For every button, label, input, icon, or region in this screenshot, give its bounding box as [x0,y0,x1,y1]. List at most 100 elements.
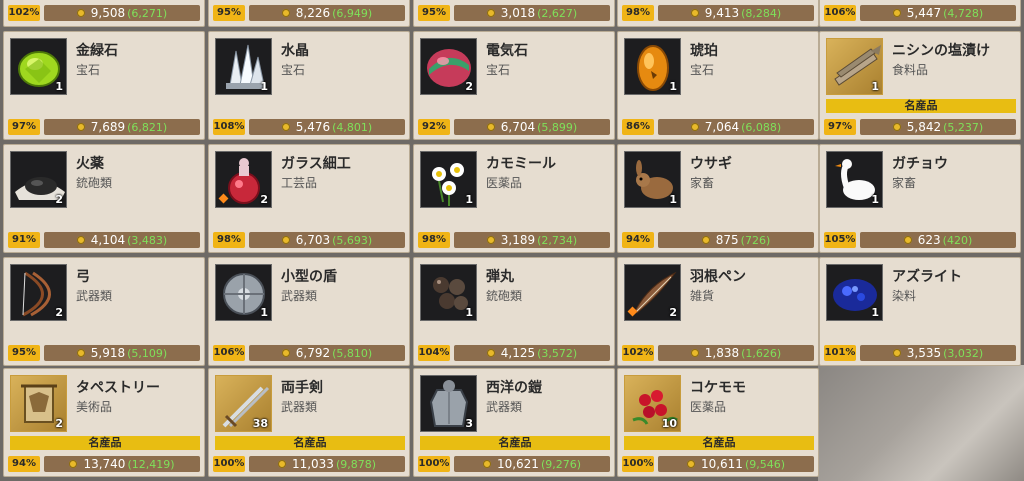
trade-item-card[interactable]: 1 カモミール 医薬品 98% 3,189 (2,734) [413,144,615,253]
price-value: 3,018 [500,6,536,20]
price-bar: 7,064 (6,088) [658,119,814,135]
rabbit-icon: 1 [624,151,681,208]
trade-item-card[interactable]: 2 弓武器類 95% 5,918 (5,109) [3,257,205,366]
quantity-label: 1 [465,306,473,319]
small-shield-icon: 1 [215,264,272,321]
original-price: (6,088) [741,121,782,134]
item-category: 染料 [892,289,917,303]
quantity-label: 3 [465,417,473,430]
original-price: (726) [740,234,771,247]
price-value: 7,689 [90,120,126,134]
price-value: 6,704 [500,120,536,134]
price-value: 5,842 [906,120,942,134]
quantity-label: 1 [871,80,879,93]
trade-item-card[interactable]: 1 アズライト 染料 101% 3,535 (3,032) [819,257,1021,366]
trade-item-card[interactable]: 38 両手剣 武器類 名産品 100% 11,033 (9,878) [208,368,410,477]
amber-icon: 1 [624,38,681,95]
trade-item-card[interactable]: 1 ニシンの塩漬け 食料品 名産品 97% 5,842 (5,237) [819,31,1021,140]
original-price: (5,109) [127,347,168,360]
percent-badge: 97% [824,119,856,135]
price-value: 5,476 [295,120,331,134]
item-category: 武器類 [486,400,523,414]
quantity-label: 2 [55,306,63,319]
original-price: (5,237) [943,121,984,134]
original-price: (5,693) [332,234,373,247]
item-name: 水晶 [281,43,309,59]
trade-item-card[interactable]: 1 弾丸 銃砲類 104% 4,125 (3,572) [413,257,615,366]
top-row-card[interactable]: 98% 9,413 (8,284) [617,0,819,27]
original-price: (6,821) [127,121,168,134]
price-bar: 10,621 (9,276) [454,456,610,472]
quantity-label: 1 [260,80,268,93]
coin-icon [892,349,901,357]
coin-icon [903,236,912,244]
trade-item-card[interactable]: 2 電気石 宝石 92% 6,704 (5,899) [413,31,615,140]
coin-icon [486,236,495,244]
original-price: (9,878) [335,458,377,471]
percent-badge: 106% [213,345,245,361]
coin-icon [281,9,290,17]
trade-item-card[interactable]: 1 金緑石 宝石 97% 7,689 (6,821) [3,31,205,140]
percent-badge: 100% [418,456,450,472]
coin-icon [76,123,85,131]
percent-badge: 92% [418,119,450,135]
trade-item-card[interactable]: 2 タペストリー 美術品 名産品 94% 13,740 (12,419) [3,368,205,477]
quantity-label: 1 [55,80,63,93]
item-name: ガラス細工 [281,156,351,172]
price-value: 13,740 [83,457,126,471]
trade-item-card[interactable]: 2 羽根ペン 雑貨 102% 1,838 (1,626) [617,257,819,366]
trade-item-card[interactable]: 1 琥珀 宝石 86% 7,064 (6,088) [617,31,819,140]
coin-icon [690,9,699,17]
price-value: 10,611 [700,457,743,471]
coin-icon [486,9,495,17]
item-category: 宝石 [690,63,715,77]
original-price: (5,810) [332,347,373,360]
coin-icon [892,9,901,17]
item-category: 武器類 [281,400,318,414]
price-bar: 11,033 (9,878) [249,456,405,472]
item-category: 銃砲類 [76,176,113,190]
tourmaline-icon: 2 [420,38,477,95]
coin-icon [277,460,286,468]
trade-item-card[interactable]: 10 コケモモ 医薬品 名産品 100% 10,611 (9,546) [617,368,819,477]
item-name: 両手剣 [281,380,323,396]
trade-item-card[interactable]: 2 ガラス細工 工芸品 98% 6,703 (5,693) [208,144,410,253]
quartz-crystal-icon: 1 [215,38,272,95]
percent-badge: 94% [8,456,40,472]
top-row-card[interactable]: 95% 8,226 (6,949) [208,0,410,27]
trade-item-card[interactable]: 1 ガチョウ 家畜 105% 623 (420) [819,144,1021,253]
price-bar: 3,535 (3,032) [860,345,1016,361]
price-bar: 4,104 (3,483) [44,232,200,248]
top-row-card[interactable]: 95% 3,018 (2,627) [413,0,615,27]
item-category: 家畜 [690,176,715,190]
percent-badge: 98% [622,5,654,21]
top-row-card[interactable]: 106% 5,447 (4,728) [819,0,1021,27]
trade-item-card[interactable]: 3 西洋の鎧 武器類 名産品 100% 10,621 (9,276) [413,368,615,477]
item-category: 美術品 [76,400,113,414]
trade-item-card[interactable]: 2 火薬 銃砲類 91% 4,104 (3,483) [3,144,205,253]
original-price: (3,032) [943,347,984,360]
trade-item-card[interactable]: 1 ウサギ 家畜 94% 875 (726) [617,144,819,253]
price-bar: 4,125 (3,572) [454,345,610,361]
original-price: (3,483) [127,234,168,247]
item-name: 金緑石 [76,43,118,59]
item-name: タペストリー [76,380,160,396]
quantity-label: 2 [55,417,63,430]
price-value: 8,226 [295,6,331,20]
price-bar: 6,703 (5,693) [249,232,405,248]
coin-icon [281,236,290,244]
trade-item-card[interactable]: 1 水晶 宝石 108% 5,476 (4,801) [208,31,410,140]
percent-badge: 106% [824,5,856,21]
trade-item-card[interactable]: 1 小型の盾 武器類 106% 6,792 (5,810) [208,257,410,366]
price-bar: 5,918 (5,109) [44,345,200,361]
quantity-label: 38 [252,417,268,430]
top-row-card[interactable]: 102% 9,508 (6,271) [3,0,205,27]
quantity-label: 1 [669,80,677,93]
specialty-banner: 名産品 [624,436,814,450]
price-value: 4,104 [90,233,126,247]
specialty-banner: 名産品 [215,436,405,450]
original-price: (6,949) [332,7,373,20]
percent-badge: 105% [824,232,856,248]
item-category: 宝石 [486,63,511,77]
original-price: (4,728) [943,7,984,20]
